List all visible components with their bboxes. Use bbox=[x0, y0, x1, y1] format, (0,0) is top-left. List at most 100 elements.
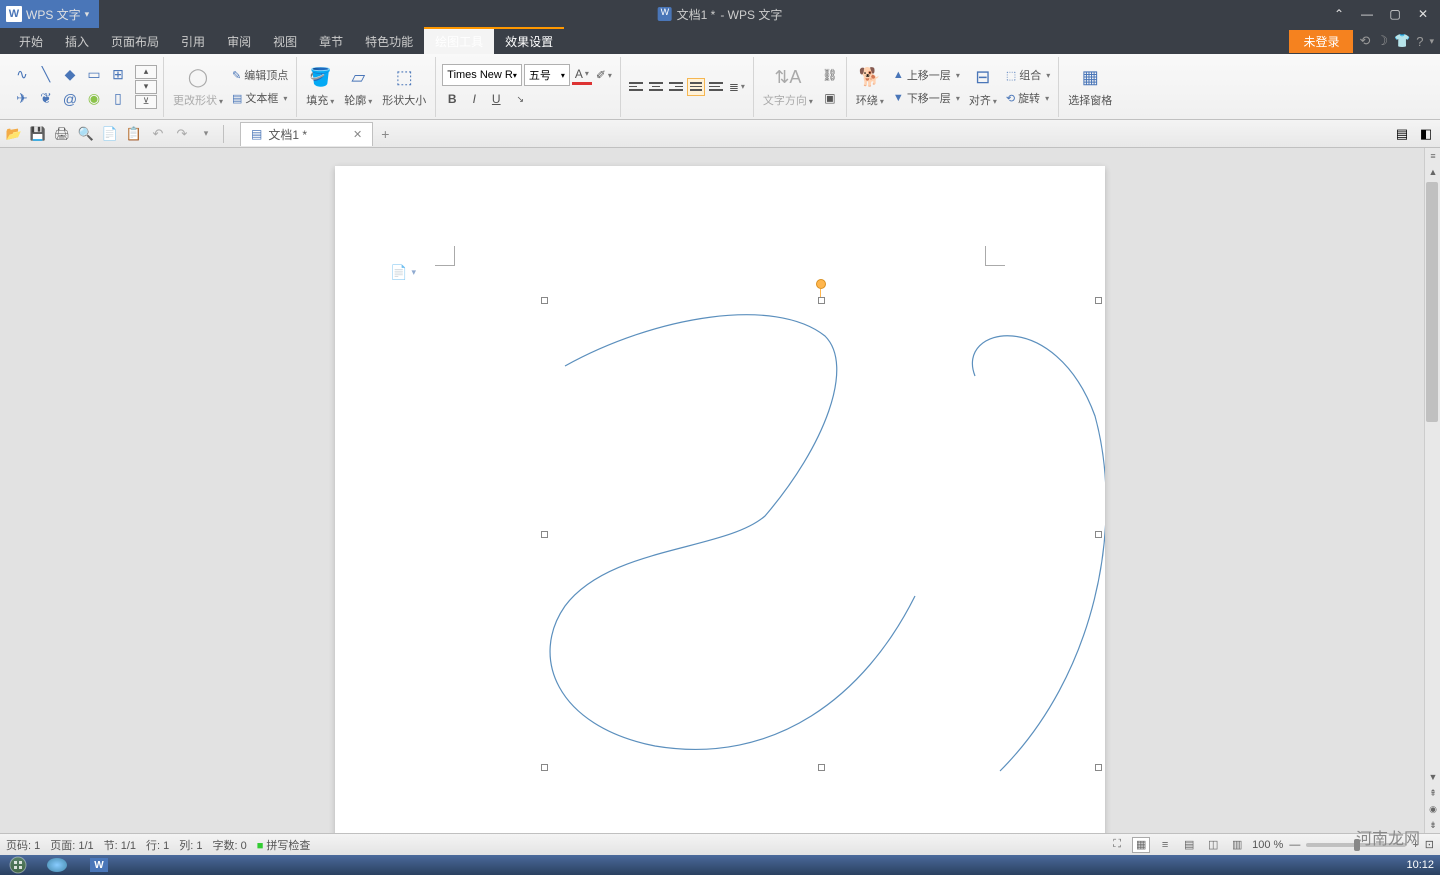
paste-icon[interactable]: 📄 bbox=[101, 125, 119, 143]
scroll-down-icon[interactable]: ▼ bbox=[1425, 769, 1440, 785]
rotation-handle[interactable] bbox=[816, 279, 826, 289]
options-icon[interactable]: ◧ bbox=[1417, 125, 1435, 143]
tab-chapter[interactable]: 章节 bbox=[308, 29, 354, 54]
vertical-scrollbar[interactable]: ≡ ▲ ▼ ⇞ ◉ ⇟ bbox=[1424, 148, 1440, 833]
shape-rect-icon[interactable]: ▭ bbox=[83, 64, 105, 86]
margin-icon[interactable]: ▣ bbox=[820, 88, 840, 108]
status-col[interactable]: 列: 1 bbox=[179, 837, 202, 853]
zoom-label[interactable]: 100 % bbox=[1252, 839, 1283, 851]
shape-gallery-down[interactable]: ▾ bbox=[135, 80, 157, 94]
redo-icon[interactable]: ↷ bbox=[173, 125, 191, 143]
shape-curve-icon[interactable]: ∿ bbox=[11, 64, 33, 86]
send-backward-button[interactable]: ▼下移一层 bbox=[891, 88, 962, 108]
open-icon[interactable]: 📂 bbox=[5, 125, 23, 143]
print-icon[interactable]: 🖨 bbox=[53, 125, 71, 143]
scroll-up-icon[interactable]: ▲ bbox=[1425, 164, 1440, 180]
taskbar-clock[interactable]: 10:12 bbox=[1406, 859, 1434, 871]
shape-gallery-more[interactable]: ⊻ bbox=[135, 95, 157, 109]
cut-icon[interactable]: 📋 bbox=[125, 125, 143, 143]
align-left-button[interactable] bbox=[627, 78, 645, 96]
tab-layout[interactable]: 页面布局 bbox=[100, 29, 170, 54]
app-menu[interactable]: W WPS 文字 ▾ bbox=[0, 0, 99, 28]
qat-customize-icon[interactable]: ▾ bbox=[197, 125, 215, 143]
tab-start[interactable]: 开始 bbox=[8, 29, 54, 54]
view-outline-icon[interactable]: ≡ bbox=[1156, 837, 1174, 853]
highlight-button[interactable]: ✐ bbox=[594, 65, 614, 85]
shape-win-icon[interactable]: ⊞ bbox=[107, 64, 129, 86]
help-icon[interactable]: ? bbox=[1416, 34, 1423, 49]
align-distribute-button[interactable] bbox=[707, 78, 725, 96]
shape-line-icon[interactable]: ╲ bbox=[35, 64, 57, 86]
zoom-out-icon[interactable]: — bbox=[1289, 839, 1300, 851]
close-icon[interactable]: ✕ bbox=[1416, 7, 1430, 21]
view-fullscreen-icon[interactable]: ⛶ bbox=[1108, 837, 1126, 853]
tab-view[interactable]: 视图 bbox=[262, 29, 308, 54]
align-right-button[interactable] bbox=[667, 78, 685, 96]
next-page-icon[interactable]: ⇟ bbox=[1425, 817, 1440, 833]
login-button[interactable]: 未登录 bbox=[1289, 30, 1353, 53]
minimize-icon[interactable]: — bbox=[1360, 7, 1374, 21]
dialog-launcher-icon[interactable]: ↘ bbox=[510, 89, 530, 109]
save-icon[interactable]: 💾 bbox=[29, 125, 47, 143]
view-reading-icon[interactable]: ◫ bbox=[1204, 837, 1222, 853]
status-spell[interactable]: ■拼写检查 bbox=[257, 837, 311, 853]
browse-object-icon[interactable]: ◉ bbox=[1425, 801, 1440, 817]
fit-page-icon[interactable]: ⊡ bbox=[1425, 838, 1434, 851]
align-center-button[interactable] bbox=[647, 78, 665, 96]
shape-plane-icon[interactable]: ✈ bbox=[11, 88, 33, 110]
view-web-icon[interactable]: ▤ bbox=[1180, 837, 1198, 853]
group-button[interactable]: ⬚组合 bbox=[1004, 65, 1052, 85]
fill-button[interactable]: 🪣填充 bbox=[303, 64, 337, 110]
scroll-thumb[interactable] bbox=[1426, 182, 1438, 422]
outline-button[interactable]: ▱轮廓 bbox=[341, 64, 375, 110]
scroll-split-icon[interactable]: ≡ bbox=[1425, 148, 1440, 164]
new-doc-tab-icon[interactable]: + bbox=[373, 123, 397, 145]
underline-button[interactable]: U bbox=[486, 89, 506, 109]
change-shape-button[interactable]: ◯ 更改形状 bbox=[170, 64, 226, 110]
status-page[interactable]: 页面: 1/1 bbox=[50, 837, 93, 853]
shape-diamond-icon[interactable]: ◆ bbox=[59, 64, 81, 86]
doc-tab-close-icon[interactable]: ✕ bbox=[353, 128, 362, 141]
tab-insert[interactable]: 插入 bbox=[54, 29, 100, 54]
link-icon[interactable]: ⛓ bbox=[820, 65, 840, 85]
font-color-button[interactable]: A bbox=[572, 65, 592, 85]
bring-forward-button[interactable]: ▲上移一层 bbox=[891, 65, 962, 85]
tab-drawing[interactable]: 绘图工具 bbox=[424, 27, 494, 54]
ribbon-collapse-icon[interactable]: ⌃ bbox=[1332, 7, 1346, 21]
page[interactable]: 📄 ▾ bbox=[335, 166, 1105, 833]
tab-review[interactable]: 审阅 bbox=[216, 29, 262, 54]
shape-at-icon[interactable]: @ bbox=[59, 88, 81, 110]
status-page-num[interactable]: 页码: 1 bbox=[6, 837, 40, 853]
edit-points-button[interactable]: ✎编辑顶点 bbox=[230, 65, 290, 85]
shape-phone-icon[interactable]: ▯ bbox=[107, 88, 129, 110]
line-spacing-button[interactable]: ≣ bbox=[727, 77, 747, 97]
maximize-icon[interactable]: ▢ bbox=[1388, 7, 1402, 21]
text-box-button[interactable]: ▤文本框 bbox=[230, 88, 290, 108]
freeform-shape[interactable] bbox=[535, 296, 1105, 776]
select-pane-button[interactable]: ▦选择窗格 bbox=[1065, 64, 1115, 110]
print-preview-icon[interactable]: 🔍 bbox=[77, 125, 95, 143]
shape-gallery-up[interactable]: ▴ bbox=[135, 65, 157, 79]
tab-special[interactable]: 特色功能 bbox=[354, 29, 424, 54]
align-justify-button[interactable] bbox=[687, 78, 705, 96]
font-size-combo[interactable]: 五号▾ bbox=[524, 64, 570, 86]
prev-page-icon[interactable]: ⇞ bbox=[1425, 785, 1440, 801]
italic-button[interactable]: I bbox=[464, 89, 484, 109]
skin-icon[interactable]: 👕 bbox=[1394, 33, 1410, 49]
taskbar-pin-2[interactable]: W bbox=[78, 855, 120, 875]
rotate-button[interactable]: ⟲旋转 bbox=[1004, 88, 1052, 108]
tab-effect[interactable]: 效果设置 bbox=[494, 27, 564, 54]
sync-icon[interactable]: ⟲ bbox=[1359, 33, 1370, 49]
taskbar-pin-1[interactable] bbox=[36, 855, 78, 875]
font-name-combo[interactable]: Times New R▾ bbox=[442, 64, 522, 86]
shape-android-icon[interactable]: ◉ bbox=[83, 88, 105, 110]
bold-button[interactable]: B bbox=[442, 89, 462, 109]
wrap-button[interactable]: 🐕环绕 bbox=[853, 64, 887, 110]
start-button[interactable] bbox=[0, 855, 36, 875]
status-section[interactable]: 节: 1/1 bbox=[104, 837, 136, 853]
text-direction-button[interactable]: ⇅A文字方向 bbox=[760, 64, 816, 110]
reading-mode-icon[interactable]: ▤ bbox=[1393, 125, 1411, 143]
view-draft-icon[interactable]: ▥ bbox=[1228, 837, 1246, 853]
tab-ref[interactable]: 引用 bbox=[170, 29, 216, 54]
view-print-icon[interactable]: ▦ bbox=[1132, 837, 1150, 853]
